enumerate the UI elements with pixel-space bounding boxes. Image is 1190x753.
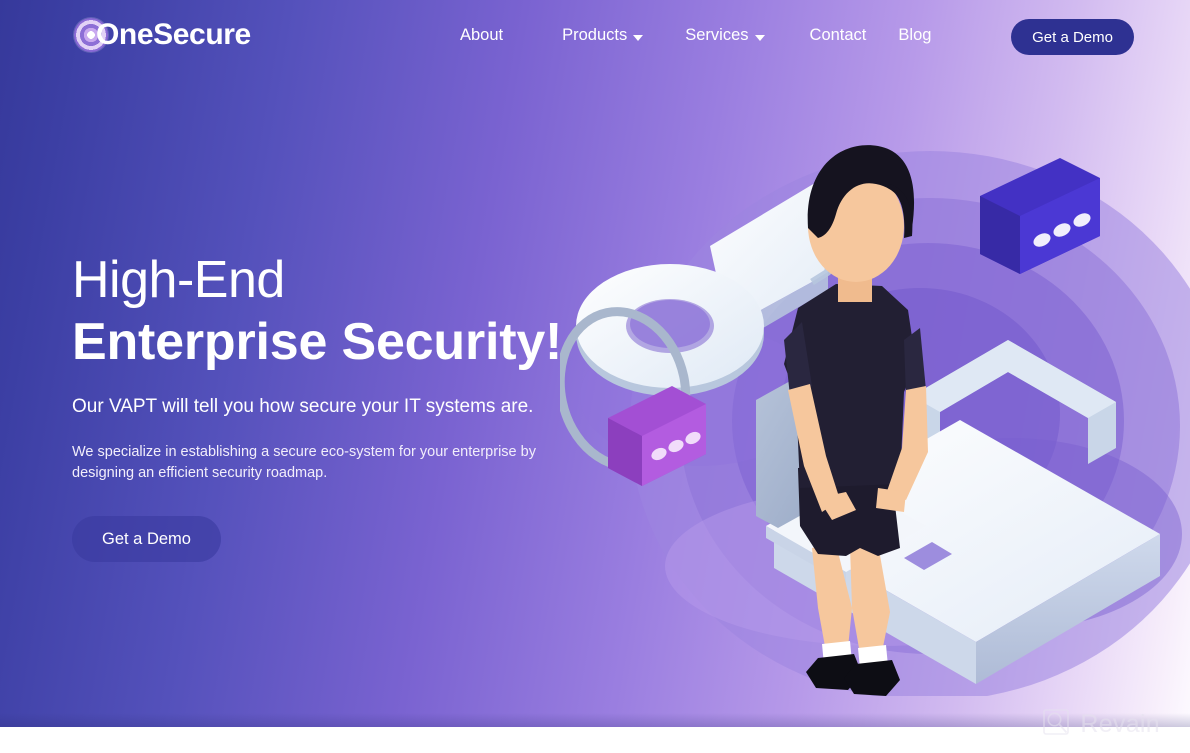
hero-illustration [560, 96, 1190, 696]
headline-line-2: Enterprise Security! [72, 313, 563, 371]
revain-watermark: Revain [1042, 708, 1160, 741]
brand-logo[interactable]: OneSecure [74, 18, 251, 52]
hero-section: High-End Enterprise Security! Our VAPT w… [0, 0, 1190, 727]
hero-copy: High-End Enterprise Security! Our VAPT w… [72, 248, 632, 562]
header-get-a-demo-button[interactable]: Get a Demo [1011, 19, 1134, 55]
main-navigation: About Products Services Contact Blog [460, 22, 931, 49]
chevron-down-icon [633, 34, 644, 41]
nav-label-blog: Blog [898, 26, 932, 44]
hero-bottom-shadow [0, 713, 1190, 727]
nav-item-contact[interactable]: Contact [810, 22, 867, 49]
nav-label-about: About [460, 26, 504, 44]
nav-item-about[interactable]: About [460, 22, 503, 49]
watermark-label: Revain [1080, 710, 1160, 738]
page-bottom-strip [0, 727, 1190, 753]
headline-line-1: High-End [72, 251, 285, 309]
hero-get-a-demo-button[interactable]: Get a Demo [72, 516, 221, 562]
chevron-down-icon [754, 34, 765, 41]
site-header: OneSecure About Products Services Contac… [0, 0, 1190, 72]
hero-subheadline: Our VAPT will tell you how secure your I… [72, 396, 534, 417]
nav-label-products: Products [562, 26, 628, 44]
hero-body-text: We specialize in establishing a secure e… [72, 444, 536, 481]
nav-label-services: Services [685, 26, 749, 44]
page-root: High-End Enterprise Security! Our VAPT w… [0, 0, 1190, 753]
nav-label-contact: Contact [809, 26, 867, 44]
magnifier-square-icon [1042, 708, 1070, 741]
brand-name: OneSecure [96, 18, 251, 51]
nav-item-services[interactable]: Services [685, 22, 765, 49]
nav-item-products[interactable]: Products [562, 22, 644, 49]
nav-item-blog[interactable]: Blog [898, 22, 931, 49]
